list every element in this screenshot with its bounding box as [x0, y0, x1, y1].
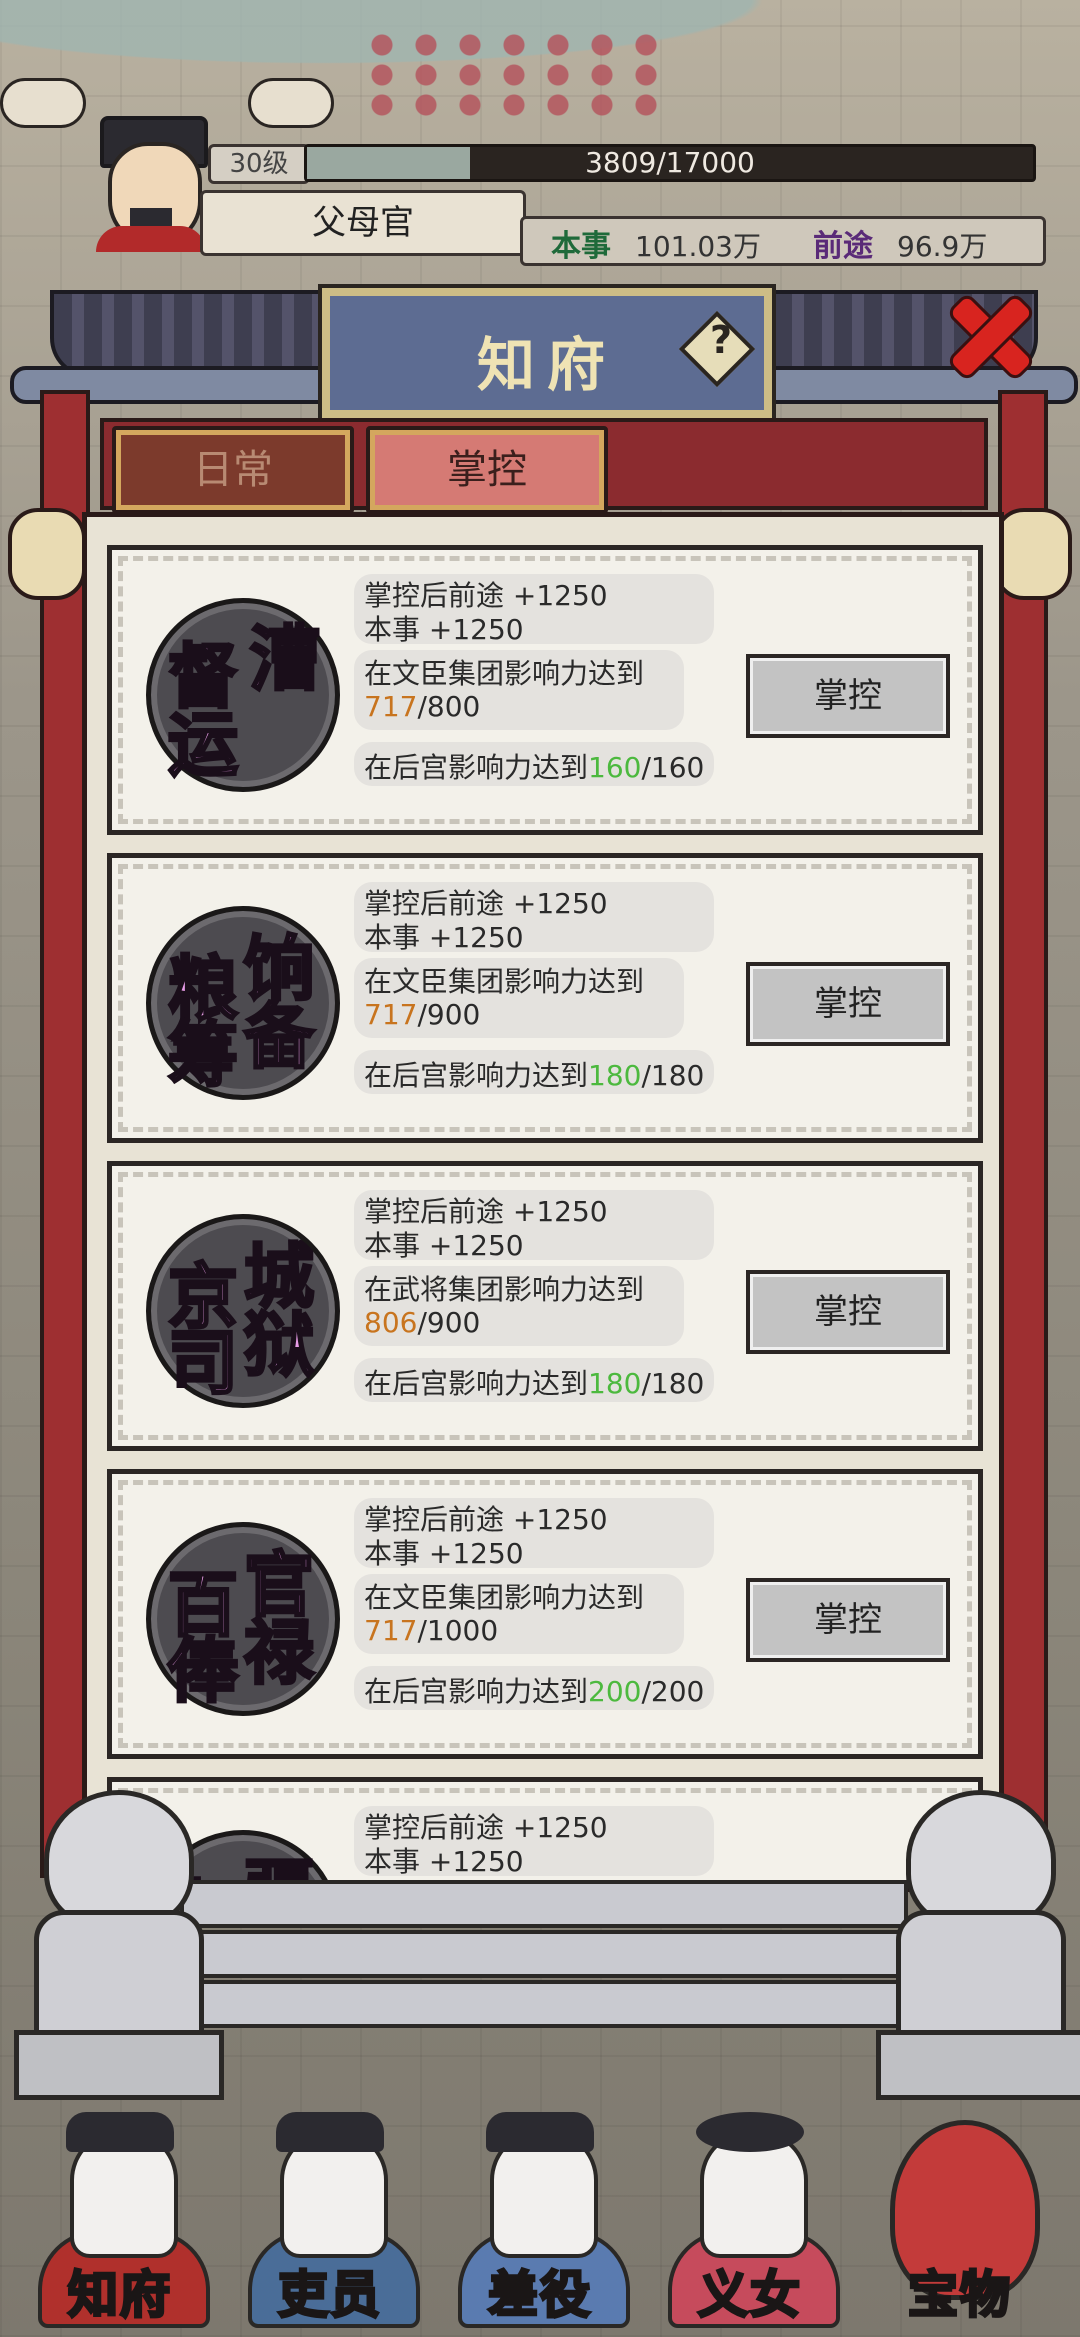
requirement-harem: 在后宫影响力达到180/180	[364, 1059, 705, 1092]
requirement-text: 在文臣集团影响力达到	[364, 657, 645, 690]
avatar-robe	[96, 226, 206, 252]
prospect-value: 96.9万	[897, 230, 988, 263]
position-seal: 漕 督 运	[146, 598, 340, 792]
step	[180, 1980, 908, 2028]
tab-control[interactable]: 掌控	[366, 426, 608, 514]
requirement-progress: 806/900	[364, 1306, 481, 1339]
requirement-progress: 717/900	[364, 998, 481, 1031]
player-avatar[interactable]	[96, 108, 208, 252]
seal-char: 狱	[243, 1303, 316, 1386]
seal-char: 俸	[167, 1629, 240, 1712]
lantern-left	[8, 508, 86, 600]
rank-title: 父母官	[200, 190, 526, 256]
requirement-harem: 在后宫影响力达到200/200	[364, 1675, 705, 1708]
reward-ability: 本事 +1250	[364, 613, 524, 646]
requirement-progress: 717/800	[364, 690, 481, 723]
requirement-harem: 在后宫影响力达到160/160	[364, 751, 705, 784]
control-card: 饷 粮 筹 备 掌控后前途 +1250 本事 +1250 在文臣集团影响力达到 …	[107, 853, 983, 1143]
runner-hat-icon	[486, 2112, 594, 2152]
ability-label: 本事	[551, 229, 611, 264]
reward-ability: 本事 +1250	[364, 1845, 524, 1878]
reward-ability: 本事 +1250	[364, 1229, 524, 1262]
requirement-text: 在文臣集团影响力达到	[364, 1581, 645, 1614]
step	[180, 1880, 908, 1928]
lion-head	[906, 1790, 1056, 1930]
control-card: 疆 九 掌控后前途 +1250 本事 +1250	[107, 1777, 983, 1887]
hair-bun-icon	[696, 2112, 804, 2152]
nav-label: 吏员	[277, 2264, 382, 2326]
tab-daily[interactable]: 日常	[112, 426, 354, 514]
nav-label: 知府	[67, 2264, 172, 2326]
position-seal: 饷 粮 筹 备	[146, 906, 340, 1100]
nav-label: 宝物	[907, 2264, 1012, 2326]
nav-item-runners[interactable]: 差役	[440, 2090, 640, 2337]
requirement-text: 在文臣集团影响力达到	[364, 965, 645, 998]
seal-char: 运	[167, 703, 240, 786]
control-button[interactable]: 掌控	[746, 1270, 950, 1354]
control-button[interactable]: 掌控	[746, 654, 950, 738]
lantern-right	[994, 508, 1072, 600]
control-list-panel[interactable]: 漕 督 运 掌控后前途 +1250 本事 +1250 在文臣集团影响力达到 71…	[82, 512, 1004, 1892]
reward-ability: 本事 +1250	[364, 921, 524, 954]
control-button[interactable]: 掌控	[746, 1578, 950, 1662]
nav-item-adopted-daughter[interactable]: 义女	[650, 2090, 850, 2337]
nav-item-clerks[interactable]: 吏员	[230, 2090, 430, 2337]
clerk-hat-icon	[276, 2112, 384, 2152]
question-mark-icon: ?	[709, 318, 733, 362]
control-card: 漕 督 运 掌控后前途 +1250 本事 +1250 在文臣集团影响力达到 71…	[107, 545, 983, 835]
stone-steps	[180, 1880, 908, 2080]
xp-text: 3809/17000	[585, 146, 755, 179]
ability-value: 101.03万	[635, 230, 761, 263]
control-card: 官 百 俸 禄 掌控后前途 +1250 本事 +1250 在文臣集团影响力达到 …	[107, 1469, 983, 1759]
seal-char: 筹	[167, 1013, 240, 1096]
xp-progress-bar: 3809/17000	[304, 144, 1036, 182]
requirement-text: 在武将集团影响力达到	[364, 1273, 645, 1306]
control-button[interactable]: 掌控	[746, 962, 950, 1046]
nav-label: 义女	[697, 2264, 802, 2326]
bottom-nav: 知府 吏员 差役 义女 宝物	[0, 2090, 1080, 2337]
map-trees	[360, 30, 660, 120]
cloud-decoration-right	[248, 78, 334, 128]
seal-char: 禄	[243, 1611, 316, 1694]
position-seal: 城 京 司 狱	[146, 1214, 340, 1408]
step	[180, 1930, 908, 1978]
level-badge: 30级	[208, 144, 310, 184]
nav-item-prefect[interactable]: 知府	[20, 2090, 220, 2337]
seal-char: 备	[243, 995, 316, 1078]
lion-head	[44, 1790, 194, 1930]
cloud-decoration-left	[0, 78, 86, 128]
seal-char: 漕	[249, 617, 322, 700]
pillar-right	[998, 390, 1048, 1878]
player-stats: 本事 101.03万 前途 96.9万	[520, 216, 1046, 266]
close-button[interactable]	[936, 282, 1037, 383]
seal-char: 司	[167, 1321, 240, 1404]
nav-label: 差役	[487, 2264, 592, 2326]
reward-ability: 本事 +1250	[364, 1537, 524, 1570]
stone-lion-right	[876, 1790, 1080, 2100]
nav-item-treasure[interactable]: 宝物	[860, 2090, 1060, 2337]
position-seal: 官 百 俸 禄	[146, 1522, 340, 1716]
lion-body	[896, 1910, 1066, 2050]
lion-body	[34, 1910, 204, 2050]
official-hat-icon	[66, 2112, 174, 2152]
requirement-progress: 717/1000	[364, 1614, 499, 1647]
control-card: 城 京 司 狱 掌控后前途 +1250 本事 +1250 在武将集团影响力达到 …	[107, 1161, 983, 1451]
stone-lion-left	[14, 1790, 224, 2100]
prospect-label: 前途	[813, 229, 873, 264]
requirement-harem: 在后宫影响力达到180/180	[364, 1367, 705, 1400]
